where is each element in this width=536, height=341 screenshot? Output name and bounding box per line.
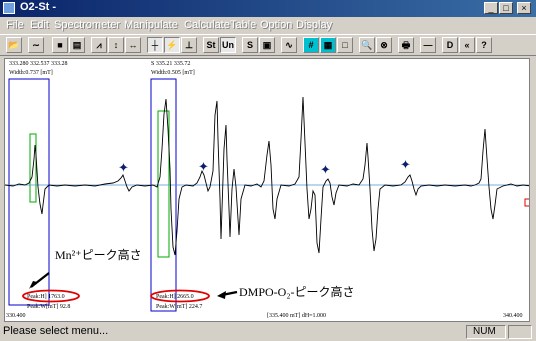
status-panel-empty <box>508 325 532 339</box>
spectrum-trace <box>5 96 529 256</box>
left-cursor-box[interactable] <box>8 78 50 306</box>
mn-arrowhead <box>29 281 37 289</box>
horizontal-arrow-icon[interactable]: ↔ <box>125 37 141 53</box>
spectrum-plot[interactable]: 333.280 332.537 333.28 Width:0.737 [mT] … <box>4 58 530 322</box>
window-title: O2-St - <box>20 1 57 13</box>
menu-table[interactable]: Table <box>230 19 256 31</box>
cursor-pair-icon[interactable]: ┼ <box>147 37 163 53</box>
left-range-readout: 333.280 332.537 333.28 <box>9 61 68 67</box>
menu-manipulate[interactable]: Manipulate <box>124 19 178 31</box>
print-small-icon[interactable]: ▤ <box>69 37 85 53</box>
help-icon[interactable]: ? <box>476 37 492 53</box>
mn-peak-label: Mn²⁺ピーク高さ <box>55 247 142 262</box>
menu-spectrometer[interactable]: Spectrometer <box>54 19 120 31</box>
save-icon[interactable]: ■ <box>52 37 68 53</box>
peak-marker-3: ✦ <box>320 162 331 177</box>
dmpo-peak-width: Peak:W[mT] 224.7 <box>156 304 202 310</box>
vertical-arrow-icon[interactable]: ↕ <box>108 37 124 53</box>
menu-option[interactable]: Option <box>260 19 292 31</box>
st-button[interactable]: St <box>203 37 219 53</box>
status-message: Please select menu... <box>3 325 109 337</box>
axis-max-label: 340.400 <box>503 313 523 319</box>
right-cursor-box[interactable] <box>150 78 177 312</box>
app-icon[interactable] <box>3 2 15 14</box>
num-lock-indicator: NUM <box>466 325 506 339</box>
peak-scale-icon[interactable]: ⊥ <box>181 37 197 53</box>
right-width-readout: Width:0.505 [mT] <box>151 70 195 76</box>
minus-icon[interactable]: — <box>420 37 436 53</box>
menu-calculate[interactable]: Calculate <box>184 19 230 31</box>
cross-grid-icon[interactable]: # <box>303 37 319 53</box>
dmpo-arrowhead <box>217 291 226 299</box>
peak-marker-4: ✦ <box>400 157 411 172</box>
peak-marker-icon[interactable]: ⚡ <box>164 37 180 53</box>
mn-peak-width: Peak:W[mT] 92.8 <box>27 304 70 310</box>
mn-arrow <box>30 272 50 288</box>
menu-bar: File Edit Spectrometer Manipulate Calcul… <box>0 17 536 34</box>
frame-icon[interactable]: □ <box>337 37 353 53</box>
status-bar: Please select menu... NUM <box>0 322 536 341</box>
axis-min-label: 330.400 <box>6 313 26 319</box>
maximize-button[interactable]: □ <box>499 2 513 14</box>
d-icon[interactable]: D <box>442 37 458 53</box>
dmpo-peak-label: DMPO-O₂-ピーク高さ <box>239 284 355 299</box>
dmpo-peak-highlight <box>157 110 170 258</box>
peak-marker-2: ✦ <box>198 159 209 174</box>
menu-edit[interactable]: Edit <box>30 19 49 31</box>
peak-marker-1: ✦ <box>118 160 129 175</box>
zoom-x-icon[interactable]: ⊗ <box>376 37 392 53</box>
dmpo-peak-height: Peak:H] 2665.0 <box>156 294 194 300</box>
grid-icon[interactable]: ▦ <box>320 37 336 53</box>
mn-peak-height: Peak:H] 1763.0 <box>27 294 65 300</box>
zoom-icon[interactable]: 🔍 <box>359 37 375 53</box>
open-icon[interactable]: 📂 <box>6 37 22 53</box>
un-button[interactable]: Un <box>220 37 236 53</box>
title-bar: O2-St - _ □ × <box>0 0 536 17</box>
axis-center-label: [335.400 mT] dH=1.000 <box>267 313 326 319</box>
wave-icon[interactable]: ∼ <box>28 37 44 53</box>
zigzag-icon[interactable]: ⩘ <box>91 37 107 53</box>
right-edge-marker[interactable] <box>524 198 530 207</box>
derivative-icon[interactable]: ∿ <box>281 37 297 53</box>
left-width-readout: Width:0.737 [mT] <box>9 70 53 76</box>
toolbar: 📂 ∼ ■ ▤ ⩘ ↕ ↔ ┼ ⚡ ⊥ St Un S ▣ ∿ # ▦ □ 🔍 … <box>0 34 536 56</box>
clipboard-icon[interactable]: ▣ <box>259 37 275 53</box>
printer-icon[interactable]: 🖶 <box>398 37 414 53</box>
minimize-button[interactable]: _ <box>484 2 498 14</box>
s-box-button[interactable]: S <box>242 37 258 53</box>
right-range-readout: S 335.21 335.72 <box>151 61 190 67</box>
close-button[interactable]: × <box>517 2 531 14</box>
menu-display[interactable]: Display <box>296 19 332 31</box>
menu-file[interactable]: File <box>6 19 24 31</box>
double-chevron-icon[interactable]: « <box>459 37 475 53</box>
